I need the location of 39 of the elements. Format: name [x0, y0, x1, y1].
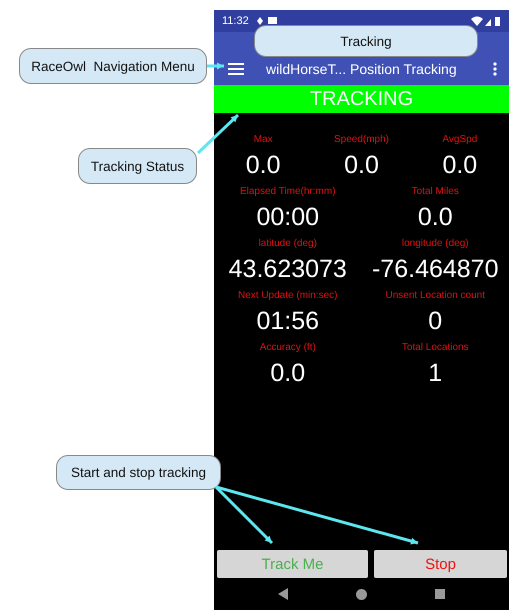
- home-icon[interactable]: [356, 588, 367, 600]
- more-options-icon[interactable]: [493, 62, 497, 76]
- app-title: wildHorseT... Position Tracking: [266, 60, 458, 76]
- stat-label: Accuracy (ft): [260, 341, 316, 355]
- status-time: 11:32: [222, 15, 249, 27]
- stat-label: AvgSpd: [442, 133, 478, 147]
- stat-label: longitude (deg): [402, 237, 469, 251]
- stat-value: 01:56: [256, 306, 320, 337]
- status-banner: TRACKING: [214, 85, 509, 113]
- action-button[interactable]: Stop: [374, 550, 507, 578]
- stat-value: -76.464870: [372, 254, 498, 285]
- callout-arrow: [196, 114, 240, 154]
- callout: Tracking Status: [78, 148, 197, 184]
- stat-value: 0.0: [246, 150, 281, 181]
- stat-label: Speed(mph): [334, 133, 389, 147]
- stat-value: 0.0: [270, 358, 306, 389]
- stat-label: Elapsed Time(hr:mm): [240, 185, 336, 199]
- callout: RaceOwl Navigation Menu: [19, 48, 207, 84]
- callout-arrow: [207, 62, 224, 70]
- stat-label: latitude (deg): [258, 237, 317, 251]
- callout: Tracking: [254, 25, 478, 57]
- menu-icon[interactable]: [228, 62, 244, 74]
- stat-value: 0.0: [344, 150, 379, 181]
- stat-value: 0: [428, 306, 442, 337]
- stat-label: Total Locations: [402, 341, 469, 355]
- back-icon[interactable]: [278, 588, 288, 600]
- notification-icons: [256, 16, 279, 26]
- stat-label: Max: [254, 133, 273, 147]
- stat-value: 0.0: [418, 202, 453, 233]
- callout: Start and stop tracking: [56, 455, 221, 490]
- stat-label: Total Miles: [412, 185, 459, 199]
- stat-label: Next Update (min:sec): [238, 289, 338, 303]
- stat-value: 00:00: [256, 202, 320, 233]
- stat-value: 43.623073: [228, 254, 347, 285]
- stat-value: 1: [428, 358, 442, 389]
- signal-battery-icons: [471, 16, 501, 26]
- action-button[interactable]: Track Me: [217, 550, 368, 578]
- stat-label: Unsent Location count: [385, 289, 485, 303]
- stat-value: 0.0: [442, 150, 478, 181]
